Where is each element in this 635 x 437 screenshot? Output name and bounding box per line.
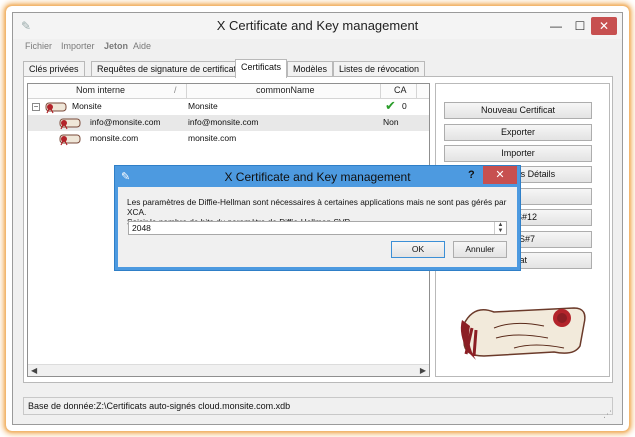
tab-requetes[interactable]: Requêtes de signature de certificat: [91, 61, 243, 77]
sort-indicator: /: [174, 85, 177, 95]
cell-name: info@monsite.com: [90, 117, 161, 127]
menu-fichier[interactable]: Fichier: [25, 41, 52, 51]
header-divider[interactable]: [380, 84, 381, 99]
minimize-button[interactable]: —: [545, 17, 567, 35]
header-commonname[interactable]: commonName: [256, 85, 315, 95]
tab-bar: Clés privées Requêtes de signature de ce…: [23, 59, 613, 78]
cell-commonname: monsite.com: [188, 133, 237, 143]
export-button[interactable]: Exporter: [444, 124, 592, 141]
header-divider[interactable]: [416, 84, 417, 99]
cancel-button[interactable]: Annuler: [453, 241, 507, 258]
menu-bar: Fichier Importer Jeton Aide: [13, 40, 622, 54]
dialog-title: X Certificate and Key management: [224, 170, 411, 184]
certificate-icon: [59, 118, 81, 130]
table-row[interactable]: − Monsite Monsite ✔ 0: [28, 98, 429, 115]
dialog-title-bar: ✎ X Certificate and Key management ? ✕: [115, 166, 520, 187]
horizontal-scrollbar[interactable]: ◀ ▶: [28, 364, 429, 376]
tree-collapse-icon[interactable]: −: [32, 103, 40, 111]
spin-arrows-icon[interactable]: ▲ ▼: [494, 222, 506, 234]
table-row[interactable]: info@monsite.com info@monsite.com Non: [28, 115, 429, 131]
scroll-left-icon[interactable]: ◀: [31, 366, 37, 375]
header-divider[interactable]: [186, 84, 187, 99]
cell-commonname: info@monsite.com: [188, 117, 259, 127]
diffie-hellman-dialog: ✎ X Certificate and Key management ? ✕ L…: [114, 165, 521, 271]
tab-certificats[interactable]: Certificats: [235, 59, 288, 78]
close-button[interactable]: ✕: [591, 17, 617, 35]
header-nom-interne[interactable]: Nom interne: [76, 85, 125, 95]
tree-header: Nom interne / commonName CA: [28, 84, 429, 99]
help-button[interactable]: ?: [468, 169, 475, 181]
dh-bits-value[interactable]: 2048: [132, 223, 151, 233]
header-ca[interactable]: CA: [394, 85, 407, 95]
dialog-close-button[interactable]: ✕: [483, 166, 517, 184]
dialog-body: Les paramètres de Diffie-Hellman sont né…: [119, 187, 516, 267]
cell-ca: 0: [402, 101, 407, 111]
resize-grip-icon[interactable]: ⋰: [603, 409, 612, 420]
certificate-icon: [45, 102, 67, 114]
certificate-icon: [59, 134, 81, 146]
title-bar: ✎ X Certificate and Key management — ☐ ✕: [13, 13, 622, 39]
scroll-right-icon[interactable]: ▶: [420, 366, 426, 375]
dh-bits-spinbox[interactable]: 2048 ▲ ▼: [128, 221, 507, 235]
tab-listes-revocation[interactable]: Listes de révocation: [333, 61, 426, 77]
check-icon: ✔: [385, 98, 396, 113]
maximize-button[interactable]: ☐: [569, 17, 591, 35]
new-certificate-button[interactable]: Nouveau Certificat: [444, 102, 592, 119]
menu-importer[interactable]: Importer: [61, 41, 95, 51]
cell-name: Monsite: [72, 101, 102, 111]
xca-parchment-logo: [460, 307, 586, 360]
status-bar: Base de donnée:Z:\Certificats auto-signé…: [23, 397, 613, 415]
menu-aide[interactable]: Aide: [133, 41, 151, 51]
tab-cles-privees[interactable]: Clés privées: [23, 61, 85, 77]
ok-button[interactable]: OK: [391, 241, 445, 258]
tab-modeles[interactable]: Modèles: [287, 61, 334, 77]
table-row[interactable]: monsite.com monsite.com: [28, 131, 429, 147]
cell-commonname: Monsite: [188, 101, 218, 111]
menu-jeton[interactable]: Jeton: [104, 41, 128, 51]
cell-ca: Non: [383, 117, 399, 127]
window-title: X Certificate and Key management: [216, 18, 419, 33]
cell-name: monsite.com: [90, 133, 139, 143]
dialog-message-line-1: Les paramètres de Diffie-Hellman sont né…: [127, 197, 507, 217]
import-button[interactable]: Importer: [444, 145, 592, 162]
